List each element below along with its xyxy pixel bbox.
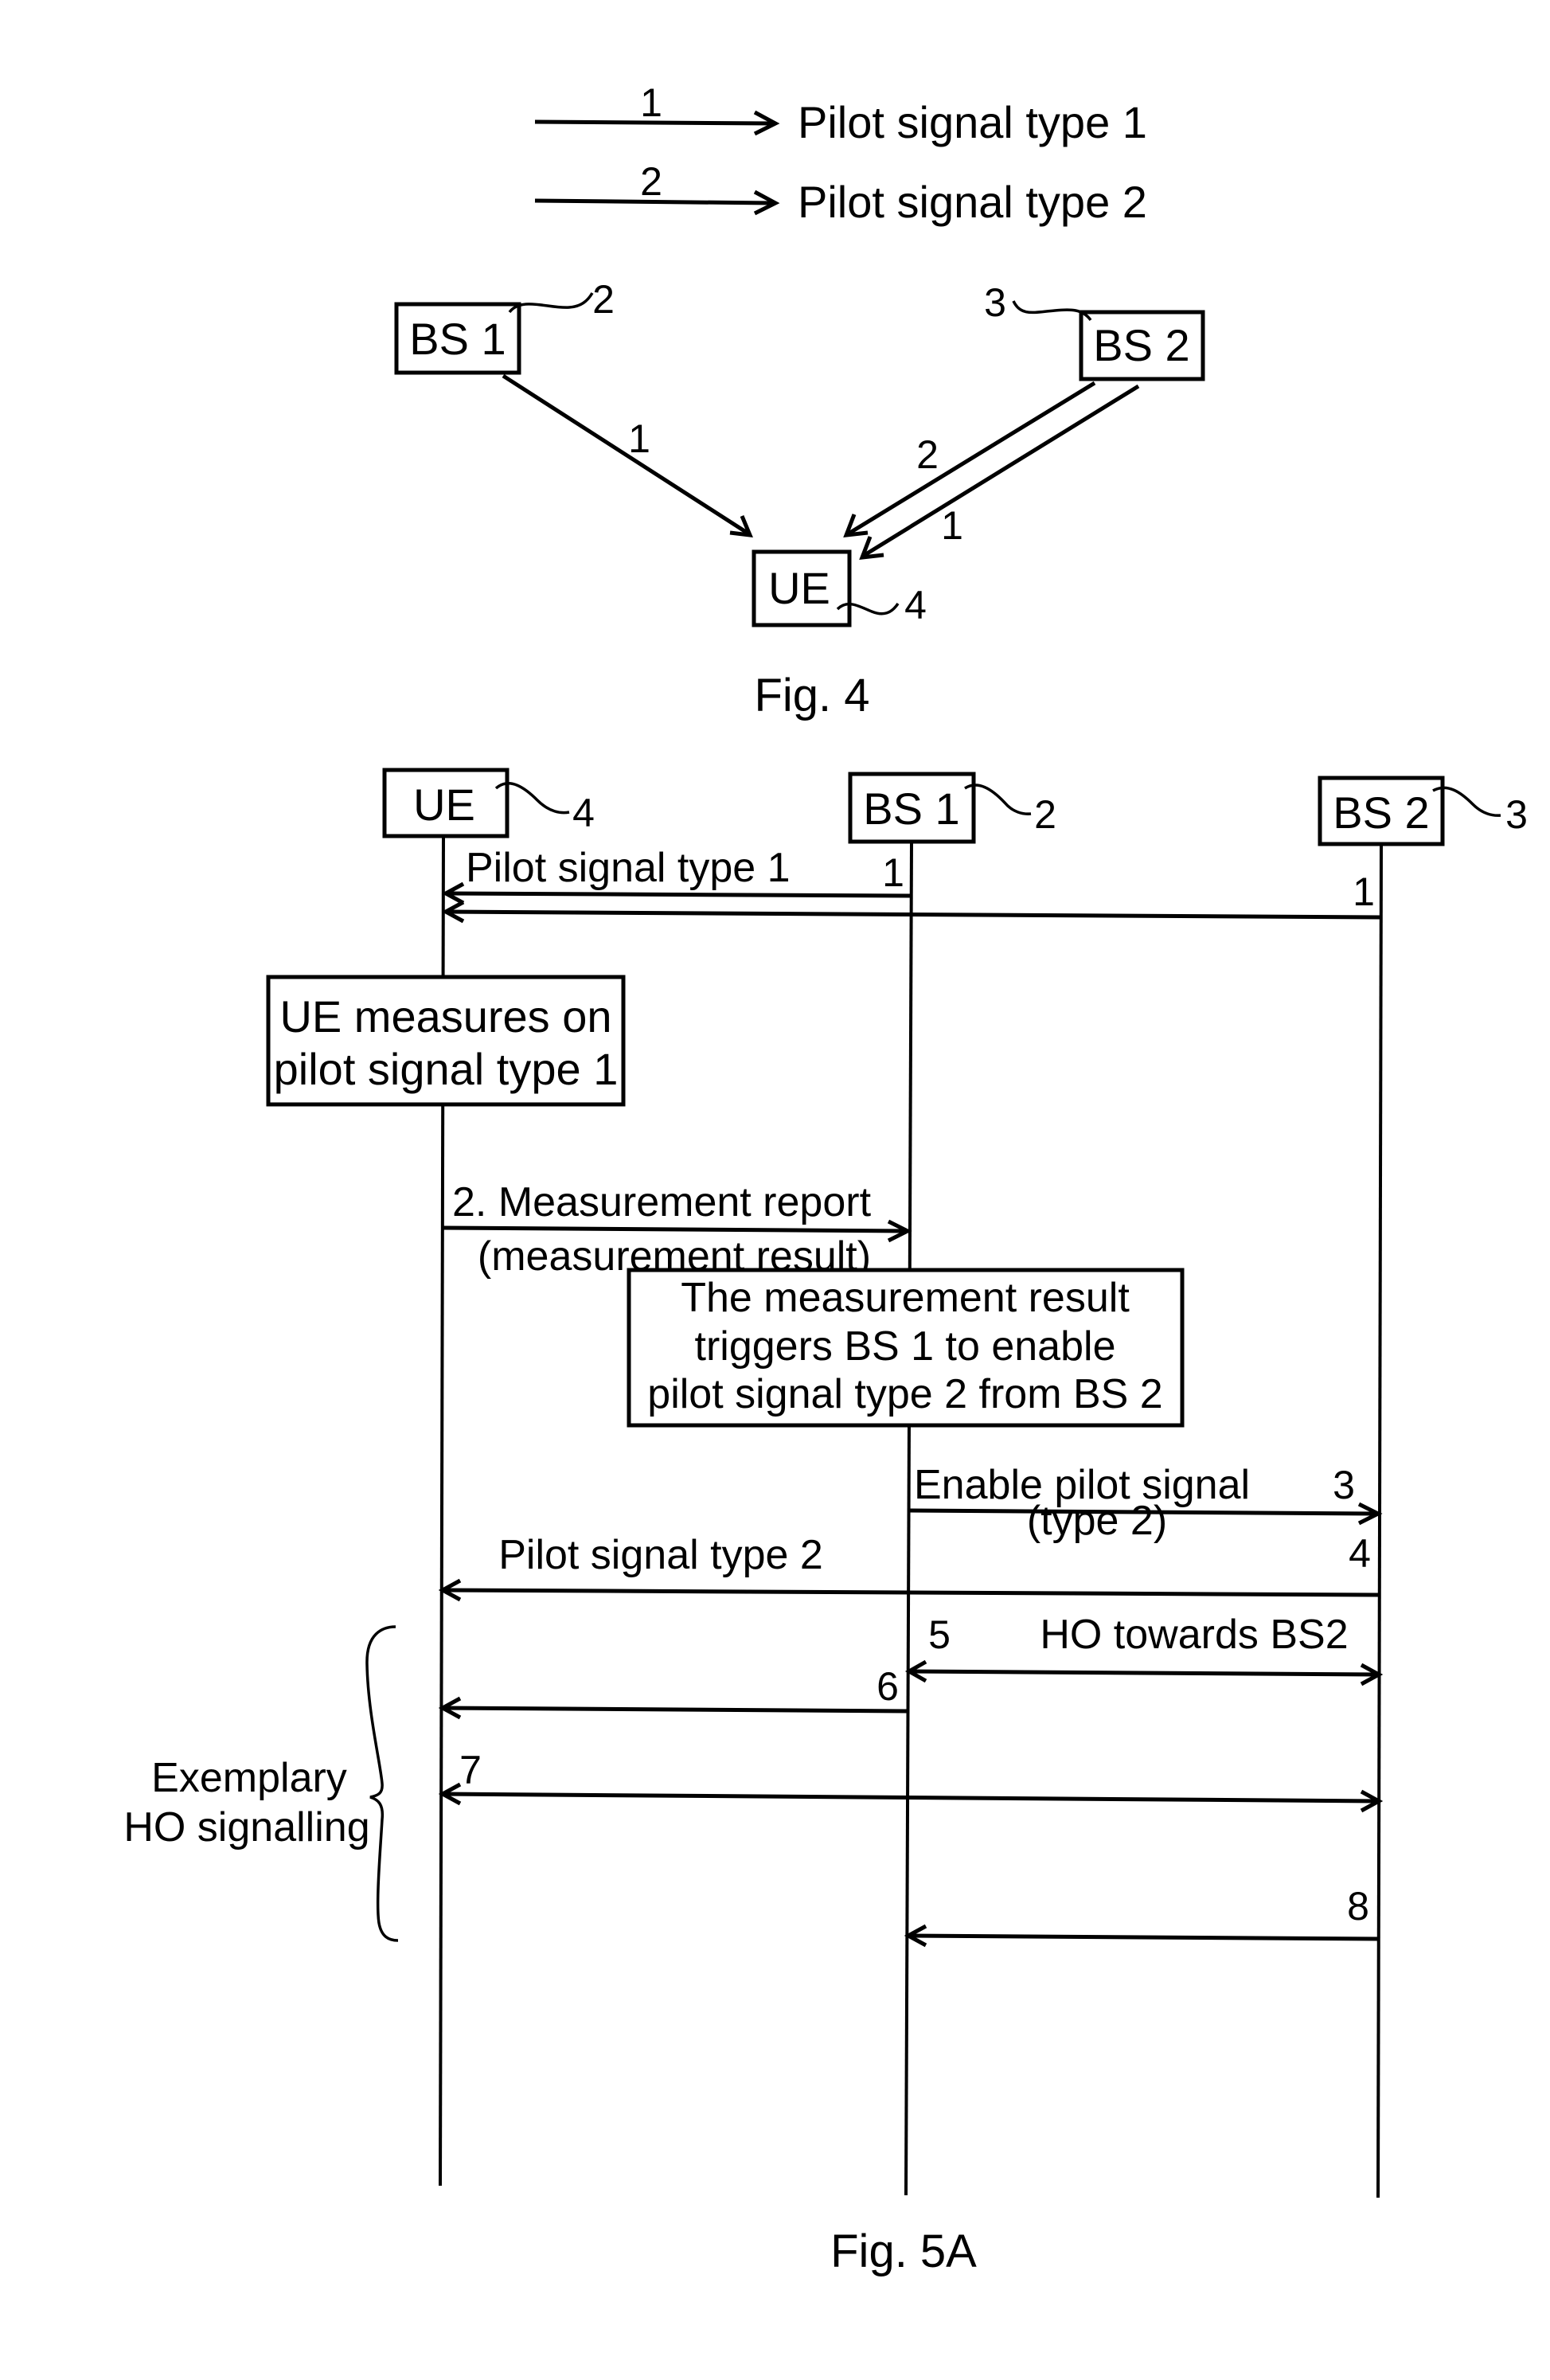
- lifeline-bs1: [904, 841, 913, 2196]
- step-number: 1: [1353, 870, 1375, 914]
- reference-numeral: 4: [572, 791, 595, 835]
- message-4-pilot-type2: Pilot signal type 2 4: [438, 1531, 1379, 1602]
- fig4-node-bs1: BS 1 2: [394, 277, 615, 375]
- legend-item-type-2: 2 Pilot signal type 2: [534, 159, 1147, 227]
- message-label-line-2: (type 2): [1027, 1498, 1167, 1544]
- fig4-link-bs2-ue-type1: 1: [859, 384, 1140, 560]
- message-7: 7: [438, 1748, 1384, 1813]
- fig4-caption: Fig. 4: [754, 670, 869, 721]
- participant-label: BS 1: [863, 784, 959, 834]
- reference-leader-icon: [1012, 300, 1092, 322]
- signal-type-label: 1: [628, 416, 650, 461]
- message-1-pilot-type1-bs1: Pilot signal type 1 1: [441, 845, 911, 905]
- signal-arrow: [847, 381, 1096, 536]
- message-3-enable-pilot-signal: Enable pilot signal (type 2) 3: [909, 1462, 1383, 1544]
- note-ue-measures: UE measures on pilot signal type 1: [266, 975, 626, 1107]
- reference-numeral: 2: [1034, 792, 1056, 837]
- message-arrow: [442, 1706, 909, 1714]
- message-arrow: [442, 1588, 1379, 1597]
- step-number: 8: [1347, 1884, 1369, 1929]
- fig5a-sequence-diagram: UE 4 BS 1 2 BS 2 3 Pilot signal type 1 1: [123, 768, 1528, 2277]
- node-label: BS 2: [1093, 320, 1189, 370]
- step-number: 5: [928, 1612, 951, 1657]
- participant-bs1: BS 1 2: [848, 772, 1056, 844]
- fig4-link-bs2-ue-type2: 2: [843, 381, 1096, 537]
- note-line-1: The measurement result: [681, 1275, 1130, 1321]
- message-6: 6: [438, 1664, 909, 1720]
- signal-type-label: 2: [916, 432, 939, 477]
- reference-numeral: 3: [984, 280, 1006, 325]
- group-label-line-1: Exemplary: [151, 1755, 347, 1801]
- participant-label: BS 2: [1333, 787, 1429, 838]
- message-label-line-1: 2. Measurement report: [452, 1179, 872, 1225]
- message-2-measurement-report: 2. Measurement report (measurement resul…: [443, 1179, 912, 1280]
- legend-item-type-1: 1 Pilot signal type 1: [534, 80, 1147, 147]
- message-8: 8: [904, 1884, 1379, 1948]
- step-number: 6: [877, 1664, 899, 1709]
- note-line-3: pilot signal type 2 from BS 2: [647, 1371, 1162, 1417]
- note-line-2: triggers BS 1 to enable: [695, 1323, 1116, 1370]
- fig4-node-bs2: BS 2 3: [984, 280, 1205, 381]
- reference-numeral: 4: [904, 583, 927, 627]
- message-label: HO towards BS2: [1040, 1612, 1348, 1658]
- fig4-node-ue: UE 4: [752, 549, 927, 627]
- message-arrow: [908, 1933, 1379, 1941]
- legend-label-2: Pilot signal type 2: [798, 177, 1147, 227]
- note-trigger: The measurement result triggers BS 1 to …: [627, 1268, 1185, 1428]
- participant-ue: UE 4: [382, 768, 595, 838]
- signal-arrow: [502, 373, 750, 536]
- note-line-1: UE measures on: [279, 991, 611, 1041]
- step-number: 1: [882, 850, 904, 895]
- legend-number-2: 2: [640, 159, 662, 204]
- message-arrow: [445, 909, 1380, 920]
- participant-label: UE: [413, 780, 475, 830]
- legend-number-1: 1: [640, 80, 662, 125]
- patent-figure-sheet: 1 Pilot signal type 1 2 Pilot signal typ…: [123, 80, 1528, 2277]
- step-number: 3: [1333, 1463, 1355, 1507]
- fig4-link-bs1-ue-type1: 1: [502, 373, 753, 537]
- message-arrow: [909, 1669, 1378, 1677]
- note-line-2: pilot signal type 1: [274, 1044, 619, 1094]
- node-label: UE: [768, 563, 830, 613]
- message-arrow: [442, 1792, 1378, 1804]
- reference-numeral: 3: [1505, 792, 1528, 837]
- message-arrow: [445, 891, 911, 898]
- message-label: Pilot signal type 2: [498, 1532, 823, 1578]
- legend: 1 Pilot signal type 1 2 Pilot signal typ…: [534, 80, 1147, 227]
- ho-signalling-group: Exemplary HO signalling: [123, 1625, 399, 1942]
- lifeline-bs2: [1376, 843, 1383, 2198]
- step-number: 4: [1349, 1531, 1371, 1576]
- signal-arrow: [863, 384, 1140, 557]
- fig5a-caption: Fig. 5A: [830, 2226, 977, 2277]
- legend-label-1: Pilot signal type 1: [798, 97, 1147, 147]
- reference-numeral: 2: [592, 277, 615, 322]
- message-5-ho-towards-bs2: 5 HO towards BS2: [904, 1612, 1384, 1686]
- signal-type-label: 1: [941, 503, 963, 548]
- message-label: Pilot signal type 1: [466, 845, 791, 891]
- reference-leader-icon: [508, 292, 594, 314]
- fig4-network-diagram: BS 1 2 BS 2 3 UE 4 1 2 1 Fig. 4: [394, 277, 1205, 721]
- step-number: 7: [459, 1748, 482, 1792]
- node-label: BS 1: [409, 314, 506, 364]
- curly-brace-icon: [365, 1625, 399, 1942]
- message-arrow: [443, 1225, 907, 1233]
- participant-bs2: BS 2 3: [1318, 776, 1528, 846]
- group-label-line-2: HO signalling: [123, 1804, 369, 1850]
